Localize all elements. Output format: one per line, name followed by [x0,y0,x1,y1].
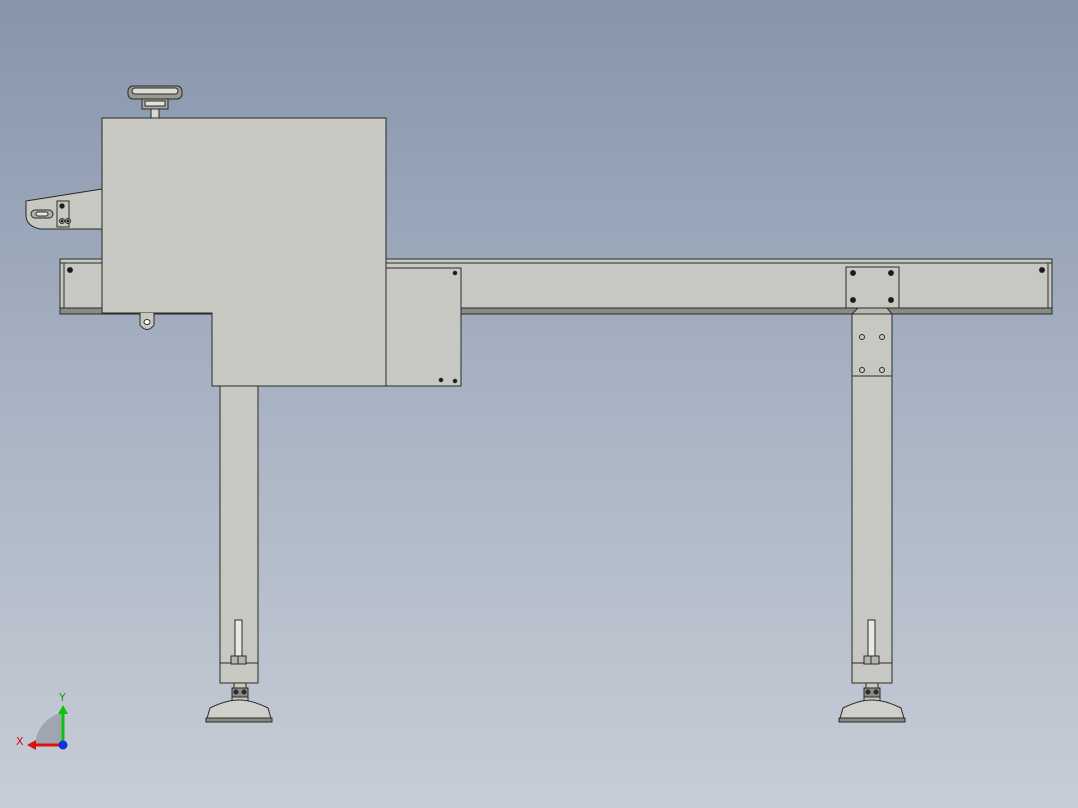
drive-enclosure [101,117,387,387]
top-handwheel[interactable] [127,85,183,119]
x-axis-label: X [16,735,24,748]
y-axis-arrow [58,705,68,714]
x-axis-arrow [27,740,36,750]
motor-bracket [25,188,103,230]
z-axis-dot [58,740,68,750]
mounting-plate [845,266,900,315]
y-axis-label: Y [58,691,66,704]
hanging-loop [139,313,155,330]
cad-viewport[interactable]: Y X [0,0,1078,808]
coordinate-triad: Y X [16,691,68,750]
